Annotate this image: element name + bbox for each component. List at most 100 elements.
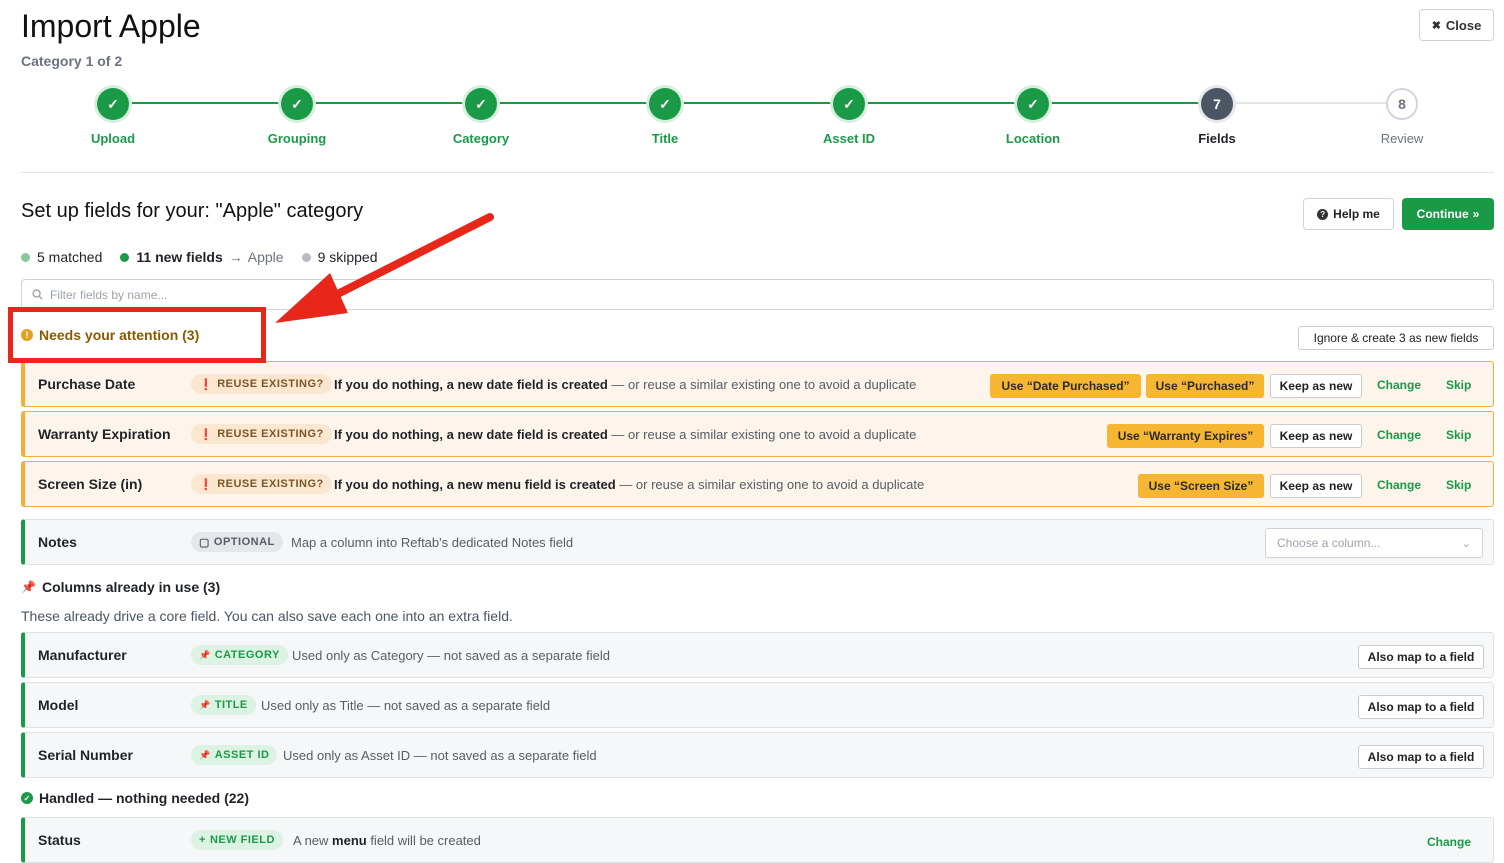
double-chevron-right-icon: » [1472, 207, 1480, 221]
row-description: A new menu field will be created [293, 832, 481, 848]
help-button[interactable]: ? Help me [1303, 198, 1394, 230]
arrow-right-icon: → [228, 249, 243, 265]
step-label: Upload [90, 131, 136, 146]
check-icon: ✓ [1017, 88, 1049, 120]
step-upload[interactable]: ✓ Upload [43, 88, 183, 146]
in-use-row: Manufacturer 📌 CATEGORY Used only as Cate… [21, 632, 1494, 678]
continue-button[interactable]: Continue » [1402, 198, 1494, 230]
optional-badge: ▢ OPTIONAL [191, 532, 283, 552]
check-icon: ✓ [465, 88, 497, 120]
field-name: Model [38, 697, 79, 713]
skip-link[interactable]: Skip [1446, 428, 1471, 442]
skip-link[interactable]: Skip [1446, 478, 1471, 492]
row-description: Used only as Asset ID — not saved as a s… [283, 747, 597, 763]
keep-as-new-button[interactable]: Keep as new [1270, 374, 1362, 398]
check-icon: ✓ [833, 88, 865, 120]
field-name: Purchase Date [38, 376, 136, 392]
chevron-down-icon: ⌄ [1461, 537, 1471, 550]
check-icon: ✓ [281, 88, 313, 120]
also-map-button[interactable]: Also map to a field [1358, 745, 1484, 769]
also-map-button[interactable]: Also map to a field [1358, 645, 1484, 669]
pin-icon: 📌 [199, 699, 211, 710]
step-location[interactable]: ✓ Location [963, 88, 1103, 146]
step-label: Category [452, 131, 510, 146]
step-grouping[interactable]: ✓ Grouping [227, 88, 367, 146]
attention-row: Purchase Date ❗ REUSE EXISTING? If you do… [21, 361, 1494, 407]
use-existing-button[interactable]: Use “Warranty Expires” [1107, 424, 1264, 448]
step-label: Review [1380, 131, 1424, 146]
handled-heading: ✓ Handled — nothing needed (22) [21, 790, 249, 806]
core-field-badge: 📌 ASSET ID [191, 745, 278, 765]
row-description: Map a column into Reftab's dedicated Not… [291, 534, 574, 550]
attention-row: Warranty Expiration ❗ REUSE EXISTING? If … [21, 411, 1494, 457]
reuse-badge: ❗ REUSE EXISTING? [191, 474, 332, 494]
attention-row: Screen Size (in) ❗ REUSE EXISTING? If you… [21, 461, 1494, 507]
field-name: Status [38, 832, 81, 848]
field-name: Warranty Expiration [38, 426, 171, 442]
row-description: If you do nothing, a new menu field is c… [334, 476, 925, 492]
alert-icon: ❗ [199, 378, 214, 391]
in-use-description: These already drive a core field. You ca… [21, 608, 513, 624]
in-use-heading: 📌 Columns already in use (3) [21, 579, 220, 595]
use-existing-button[interactable]: Use “Purchased” [1146, 374, 1264, 398]
row-description: If you do nothing, a new date field is c… [334, 376, 917, 392]
column-select[interactable]: Choose a column... ⌄ [1265, 528, 1483, 558]
change-link[interactable]: Change [1377, 428, 1421, 442]
page-title: Import Apple [21, 8, 201, 44]
in-use-title: Columns already in use (3) [41, 579, 221, 595]
keep-as-new-button[interactable]: Keep as new [1270, 474, 1362, 498]
row-description: Used only as Title — not saved as a sepa… [261, 697, 551, 713]
in-use-row: Serial Number 📌 ASSET ID Used only as Ass… [21, 732, 1494, 778]
use-existing-button[interactable]: Use “Screen Size” [1138, 474, 1264, 498]
field-name: Serial Number [38, 747, 133, 763]
notes-row: Notes ▢ OPTIONAL Map a column into Reftab… [21, 519, 1494, 565]
change-link[interactable]: Change [1377, 478, 1421, 492]
annotation-arrow-icon [275, 213, 494, 323]
handled-title: Handled — nothing needed (22) [39, 790, 250, 806]
field-name: Screen Size (in) [38, 476, 143, 492]
note-icon: ▢ [199, 536, 210, 549]
change-link[interactable]: Change [1427, 835, 1471, 849]
handled-row: Status + NEW FIELD A new menu field will … [21, 817, 1494, 863]
change-link[interactable]: Change [1377, 378, 1421, 392]
progress-stepper: ✓ Upload ✓ Grouping ✓ Category ✓ Title ✓… [21, 85, 1494, 173]
field-name: Manufacturer [38, 647, 127, 663]
skip-link[interactable]: Skip [1446, 378, 1471, 392]
core-field-badge: 📌 CATEGORY [191, 645, 288, 665]
filter-placeholder: Filter fields by name... [50, 287, 168, 302]
step-asset-id[interactable]: ✓ Asset ID [779, 88, 919, 146]
check-circle-icon: ✓ [21, 792, 33, 804]
close-label: Close [1445, 17, 1482, 33]
column-select-placeholder: Choose a column... [1277, 536, 1381, 550]
matched-dot-icon [21, 252, 30, 262]
core-field-badge: 📌 TITLE [191, 695, 256, 715]
keep-as-new-button[interactable]: Keep as new [1270, 424, 1362, 448]
reuse-badge: ❗ REUSE EXISTING? [191, 374, 332, 394]
question-icon: ? [1317, 208, 1329, 220]
close-icon: ✖ [1431, 19, 1441, 32]
step-title[interactable]: ✓ Title [595, 88, 735, 146]
close-button[interactable]: ✖ Close [1419, 9, 1494, 41]
step-fields: 7 Fields [1147, 88, 1287, 146]
pin-icon: 📌 [199, 649, 211, 660]
filter-input[interactable]: Filter fields by name... [21, 279, 1494, 310]
new-dot-icon [120, 252, 130, 262]
alert-icon: ❗ [199, 478, 214, 491]
step-label: Fields [1198, 131, 1236, 146]
in-use-row: Model 📌 TITLE Used only as Title — not sa… [21, 682, 1494, 728]
stat-matched-label: 5 matched [37, 249, 103, 265]
page-subtitle: Category 1 of 2 [21, 53, 123, 69]
use-existing-button[interactable]: Use “Date Purchased” [990, 374, 1141, 398]
annotation-highlight-box [8, 307, 266, 363]
field-name: Notes [38, 534, 77, 550]
check-icon: ✓ [649, 88, 681, 120]
check-icon: ✓ [97, 88, 129, 120]
reuse-badge: ❗ REUSE EXISTING? [191, 424, 332, 444]
step-category[interactable]: ✓ Category [411, 88, 551, 146]
plus-icon: + [199, 834, 206, 846]
new-field-badge: + NEW FIELD [191, 830, 283, 850]
pin-icon: 📌 [199, 749, 211, 760]
ignore-create-button[interactable]: Ignore & create 3 as new fields [1298, 326, 1494, 350]
also-map-button[interactable]: Also map to a field [1358, 695, 1484, 719]
alert-icon: ❗ [199, 428, 214, 441]
